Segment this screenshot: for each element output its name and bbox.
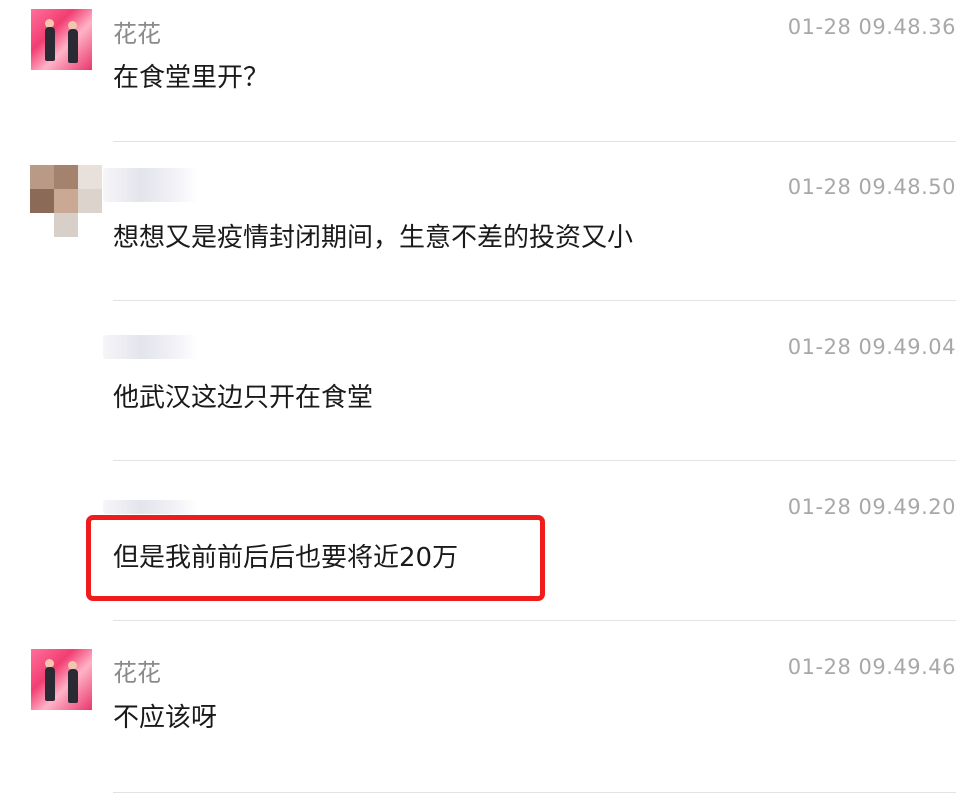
message-timestamp: 01-28 09.48.36	[787, 15, 956, 39]
message-timestamp: 01-28 09.49.20	[787, 495, 956, 519]
message-timestamp: 01-28 09.48.50	[787, 175, 956, 199]
message-item[interactable]: 01-28 09.48.50 想想又是疫情封闭期间，生意不差的投资又小	[0, 160, 956, 320]
chat-message-list[interactable]: 花花 01-28 09.48.36 在食堂里开？ 01-28 09.48.50 …	[0, 0, 956, 793]
message-timestamp: 01-28 09.49.46	[787, 655, 956, 679]
sender-name-blurred	[103, 335, 198, 359]
avatar-photo-icon[interactable]	[31, 9, 92, 70]
sender-name-blurred	[103, 500, 198, 514]
sender-name: 花花	[113, 20, 161, 48]
avatar-mosaic-icon[interactable]	[30, 165, 102, 237]
divider	[113, 792, 956, 793]
message-item[interactable]: 花花 01-28 09.48.36 在食堂里开？	[0, 0, 956, 160]
sender-name: 花花	[113, 659, 161, 687]
message-item[interactable]: 01-28 09.49.04 他武汉这边只开在食堂	[0, 320, 956, 480]
divider	[113, 141, 956, 142]
divider	[113, 620, 956, 621]
message-text: 在食堂里开？	[113, 63, 270, 93]
avatar-photo-icon[interactable]	[31, 649, 92, 710]
message-timestamp: 01-28 09.49.04	[787, 335, 956, 359]
message-item[interactable]: 花花 01-28 09.49.46 不应该呀	[0, 640, 956, 800]
message-text: 他武汉这边只开在食堂	[113, 383, 374, 413]
message-text: 想想又是疫情封闭期间，生意不差的投资又小	[113, 223, 634, 253]
divider	[113, 460, 956, 461]
sender-name-blurred	[103, 168, 198, 202]
highlight-box	[86, 515, 545, 601]
message-text: 不应该呀	[113, 703, 218, 733]
divider	[113, 300, 956, 301]
